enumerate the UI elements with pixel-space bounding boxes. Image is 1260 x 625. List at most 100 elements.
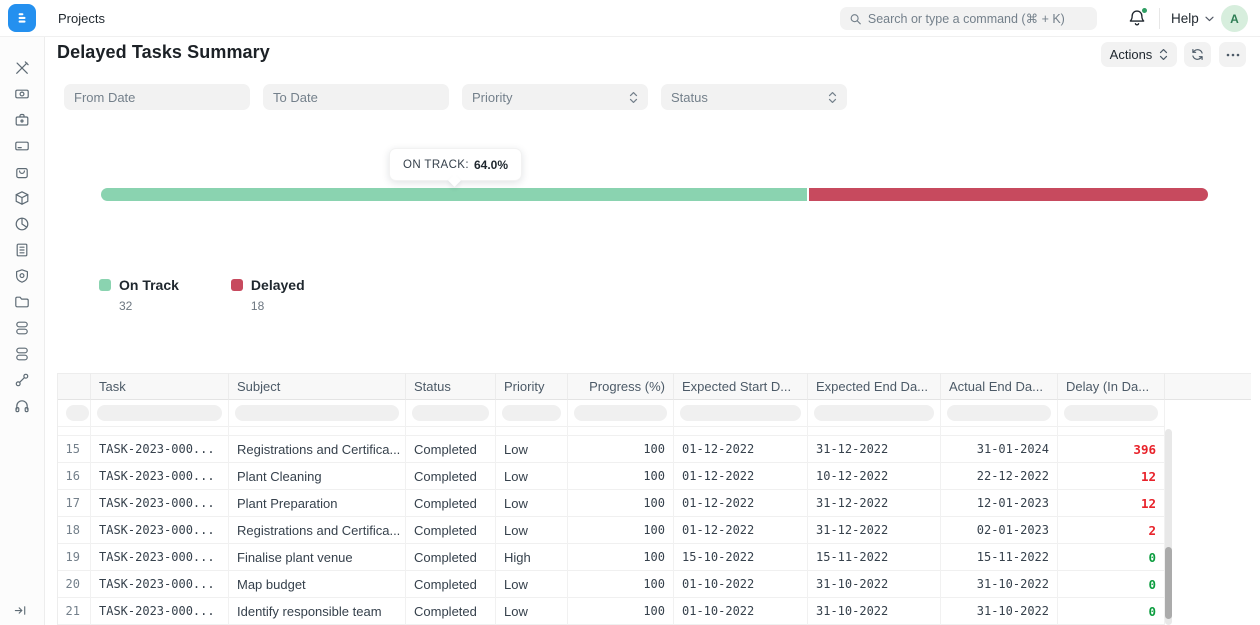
cell-subject: Identify responsible team [229, 598, 406, 625]
sidebar-item-expenses[interactable] [9, 138, 35, 154]
cell-status: Completed [406, 436, 496, 463]
search-input[interactable] [868, 12, 1088, 26]
cell-task[interactable]: TASK-2023-000... [91, 571, 229, 598]
cell-task[interactable]: TASK-2023-000... [91, 427, 229, 436]
sidebar-item-projects[interactable] [9, 294, 35, 310]
app-logo[interactable] [8, 4, 36, 32]
col-header-actual-end[interactable]: Actual End Da... [941, 373, 1058, 400]
filter-cell-progress [568, 400, 674, 427]
avatar[interactable]: A [1221, 5, 1248, 32]
sidebar-item-assets[interactable] [9, 320, 35, 336]
actual-end-filter-input[interactable] [947, 405, 1051, 421]
cell-expected-end: 15-11-2022 [808, 544, 941, 571]
subject-filter-input[interactable] [235, 405, 399, 421]
delayed-segment[interactable] [809, 188, 1208, 201]
col-header-subject[interactable]: Subject [229, 373, 406, 400]
sidebar-item-analytics[interactable] [9, 216, 35, 232]
priority-filter-input[interactable] [502, 405, 561, 421]
global-search[interactable] [840, 7, 1097, 30]
col-header-progress[interactable]: Progress (%) [568, 373, 674, 400]
cell-task[interactable]: TASK-2023-000... [91, 463, 229, 490]
cell-expected-start: 01-12-2022 [674, 436, 808, 463]
table-row[interactable]: 19 TASK-2023-000... Finalise plant venue… [58, 544, 1251, 571]
cell-task[interactable]: TASK-2023-000... [91, 436, 229, 463]
table-scrollbar-track[interactable] [1165, 429, 1172, 625]
sidebar-item-quality[interactable] [9, 268, 35, 284]
from-date-filter[interactable] [64, 84, 250, 110]
cell-task[interactable]: TASK-2023-000... [91, 517, 229, 544]
table-row[interactable]: 18 TASK-2023-000... Registrations and Ce… [58, 517, 1251, 544]
sidebar-item-stock[interactable] [9, 190, 35, 206]
expected-start-filter-input[interactable] [680, 405, 801, 421]
cell-priority: Low [496, 517, 568, 544]
breadcrumb[interactable]: Projects [58, 0, 105, 37]
table-row[interactable]: 20 TASK-2023-000... Map budget Completed… [58, 571, 1251, 598]
cell-expected-end: 31-12-2022 [808, 517, 941, 544]
table-scrollbar-thumb[interactable] [1165, 547, 1172, 619]
row-number: 18 [58, 517, 91, 544]
col-header-task[interactable]: Task [91, 373, 229, 400]
status-filter[interactable]: Status [661, 84, 847, 110]
task-filter-input[interactable] [97, 405, 222, 421]
row-number: 14 [58, 427, 91, 436]
on-track-swatch [99, 279, 111, 291]
notification-dot [1141, 7, 1148, 14]
cell-task[interactable]: TASK-2023-000... [91, 544, 229, 571]
table-row[interactable]: 15 TASK-2023-000... Registrations and Ce… [58, 436, 1251, 463]
cell-status: Completed [406, 517, 496, 544]
expand-sidebar-button[interactable] [13, 603, 28, 618]
to-date-filter[interactable] [263, 84, 449, 110]
status-filter-input[interactable] [412, 405, 489, 421]
col-header-status[interactable]: Status [406, 373, 496, 400]
page-title: Delayed Tasks Summary [57, 42, 270, 63]
money-icon [14, 86, 30, 102]
cell-actual-end: 12-01-2023 [941, 490, 1058, 517]
col-header-rownum[interactable] [58, 373, 91, 400]
cell-progress: 100 [568, 571, 674, 598]
chart-legend: On Track 32 Delayed 18 [99, 277, 305, 313]
sidebar-item-payments[interactable] [9, 86, 35, 102]
table-row[interactable]: 16 TASK-2023-000... Plant Cleaning Compl… [58, 463, 1251, 490]
sidebar-item-integrations[interactable] [9, 372, 35, 388]
sidebar-item-selling[interactable] [9, 164, 35, 180]
select-arrows-icon [629, 91, 638, 104]
cell-task[interactable]: TASK-2023-000... [91, 490, 229, 517]
actions-button[interactable]: Actions [1101, 42, 1177, 67]
layers-icon [14, 346, 30, 362]
notifications-button[interactable] [1128, 9, 1146, 27]
cell-priority: Low [496, 571, 568, 598]
from-date-input[interactable] [74, 90, 240, 105]
col-header-delay[interactable]: Delay (In Da... [1058, 373, 1165, 400]
to-date-input[interactable] [273, 90, 439, 105]
cell-delay: 0 [1058, 598, 1165, 625]
sidebar-item-hr[interactable] [9, 112, 35, 128]
col-header-priority[interactable]: Priority [496, 373, 568, 400]
more-options-button[interactable] [1219, 42, 1246, 67]
database-icon [14, 320, 30, 336]
sidebar-item-manufacturing[interactable] [9, 346, 35, 362]
delay-filter-input[interactable] [1064, 405, 1158, 421]
refresh-button[interactable] [1184, 42, 1211, 67]
sidebar-item-accounting[interactable] [9, 242, 35, 258]
sidebar-item-support[interactable] [9, 398, 35, 414]
sidebar-item-build[interactable] [9, 60, 35, 76]
table-row[interactable]: 17 TASK-2023-000... Plant Preparation Co… [58, 490, 1251, 517]
partial-row-clip: 14 TASK-2023-000... [58, 427, 1251, 436]
table-row[interactable]: 21 TASK-2023-000... Identify responsible… [58, 598, 1251, 625]
table-row[interactable]: 14 TASK-2023-000... [58, 427, 1251, 436]
col-header-expected-end[interactable]: Expected End Da... [808, 373, 941, 400]
frappe-logo-icon [14, 10, 30, 26]
col-header-expected-start[interactable]: Expected Start D... [674, 373, 808, 400]
expected-end-filter-input[interactable] [814, 405, 934, 421]
chevron-down-icon [1205, 16, 1214, 22]
progress-filter-input[interactable] [574, 405, 667, 421]
cell-subject: Registrations and Certifica... [229, 517, 406, 544]
priority-filter[interactable]: Priority [462, 84, 648, 110]
cell-expected-start: 01-10-2022 [674, 571, 808, 598]
rownum-filter-input[interactable] [66, 405, 89, 421]
help-menu[interactable]: Help [1171, 0, 1214, 37]
cell-task[interactable]: TASK-2023-000... [91, 598, 229, 625]
cell-status: Completed [406, 463, 496, 490]
filter-cell-actual-end [941, 400, 1058, 427]
on-track-segment[interactable] [101, 188, 809, 201]
